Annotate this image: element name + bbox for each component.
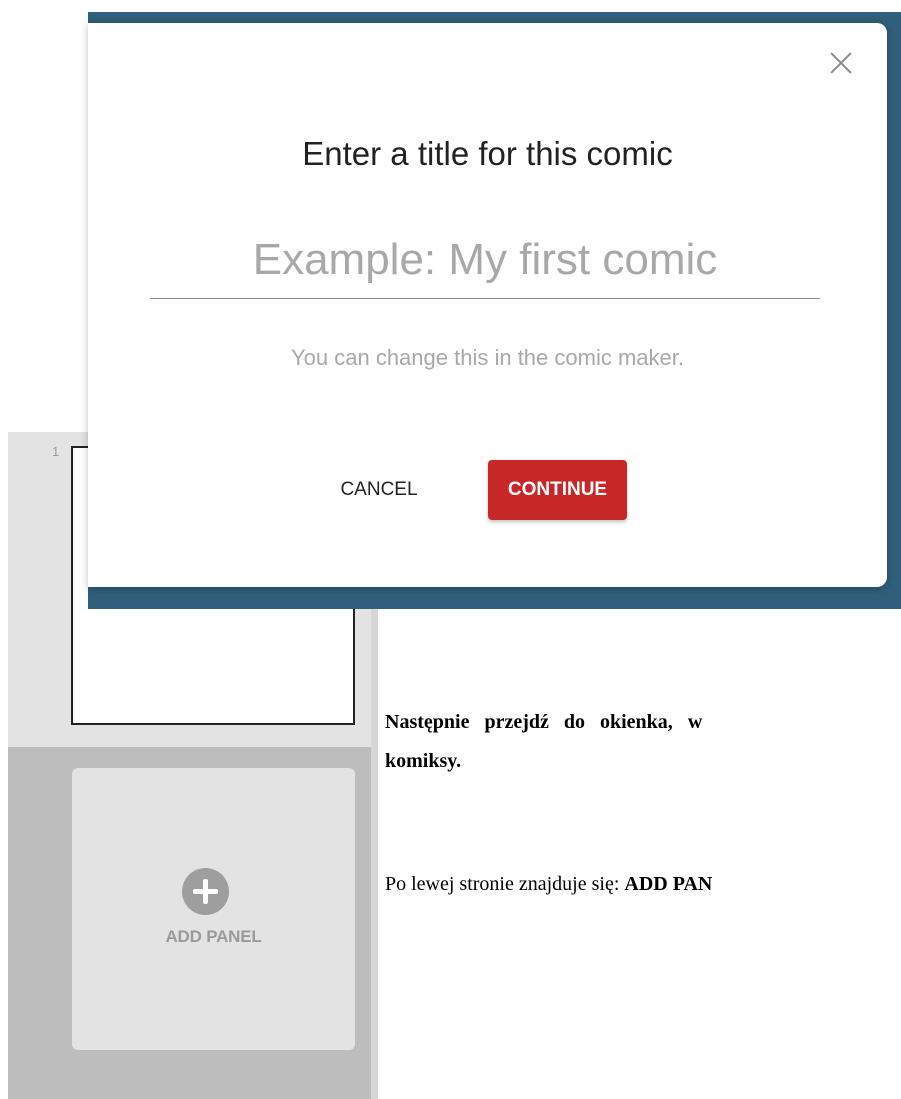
heading-word: Następnie bbox=[385, 711, 470, 733]
heading-line-2: komiksy. bbox=[385, 750, 462, 772]
title-dialog: Enter a title for this comic You can cha… bbox=[88, 23, 887, 587]
document-paragraph: Po lewej stronie znajduje się: ADD PAN bbox=[385, 873, 901, 896]
plus-circle-icon bbox=[182, 868, 229, 915]
continue-button[interactable]: CONTINUE bbox=[488, 460, 627, 520]
add-panel-button[interactable]: ADD PANEL bbox=[72, 768, 355, 1050]
heading-word: przejdź bbox=[484, 711, 549, 733]
heading-word: okienka, bbox=[600, 711, 673, 733]
dialog-hint: You can change this in the comic maker. bbox=[291, 345, 684, 370]
dialog-title: Enter a title for this comic bbox=[302, 135, 673, 172]
cancel-button[interactable]: CANCEL bbox=[324, 461, 434, 519]
paragraph-bold: ADD PAN bbox=[624, 873, 713, 895]
close-icon[interactable] bbox=[830, 52, 852, 74]
panel-number: 1 bbox=[52, 444, 60, 459]
add-panel-label: ADD PANEL bbox=[165, 927, 262, 946]
heading-word: do bbox=[563, 711, 585, 733]
paragraph-text: Po lewej stronie znajduje się: bbox=[385, 873, 625, 895]
document-heading: Następnie przejdź do okienka, w komiksy. bbox=[385, 703, 901, 781]
comic-title-input[interactable] bbox=[150, 221, 820, 299]
heading-word: w bbox=[687, 711, 703, 733]
